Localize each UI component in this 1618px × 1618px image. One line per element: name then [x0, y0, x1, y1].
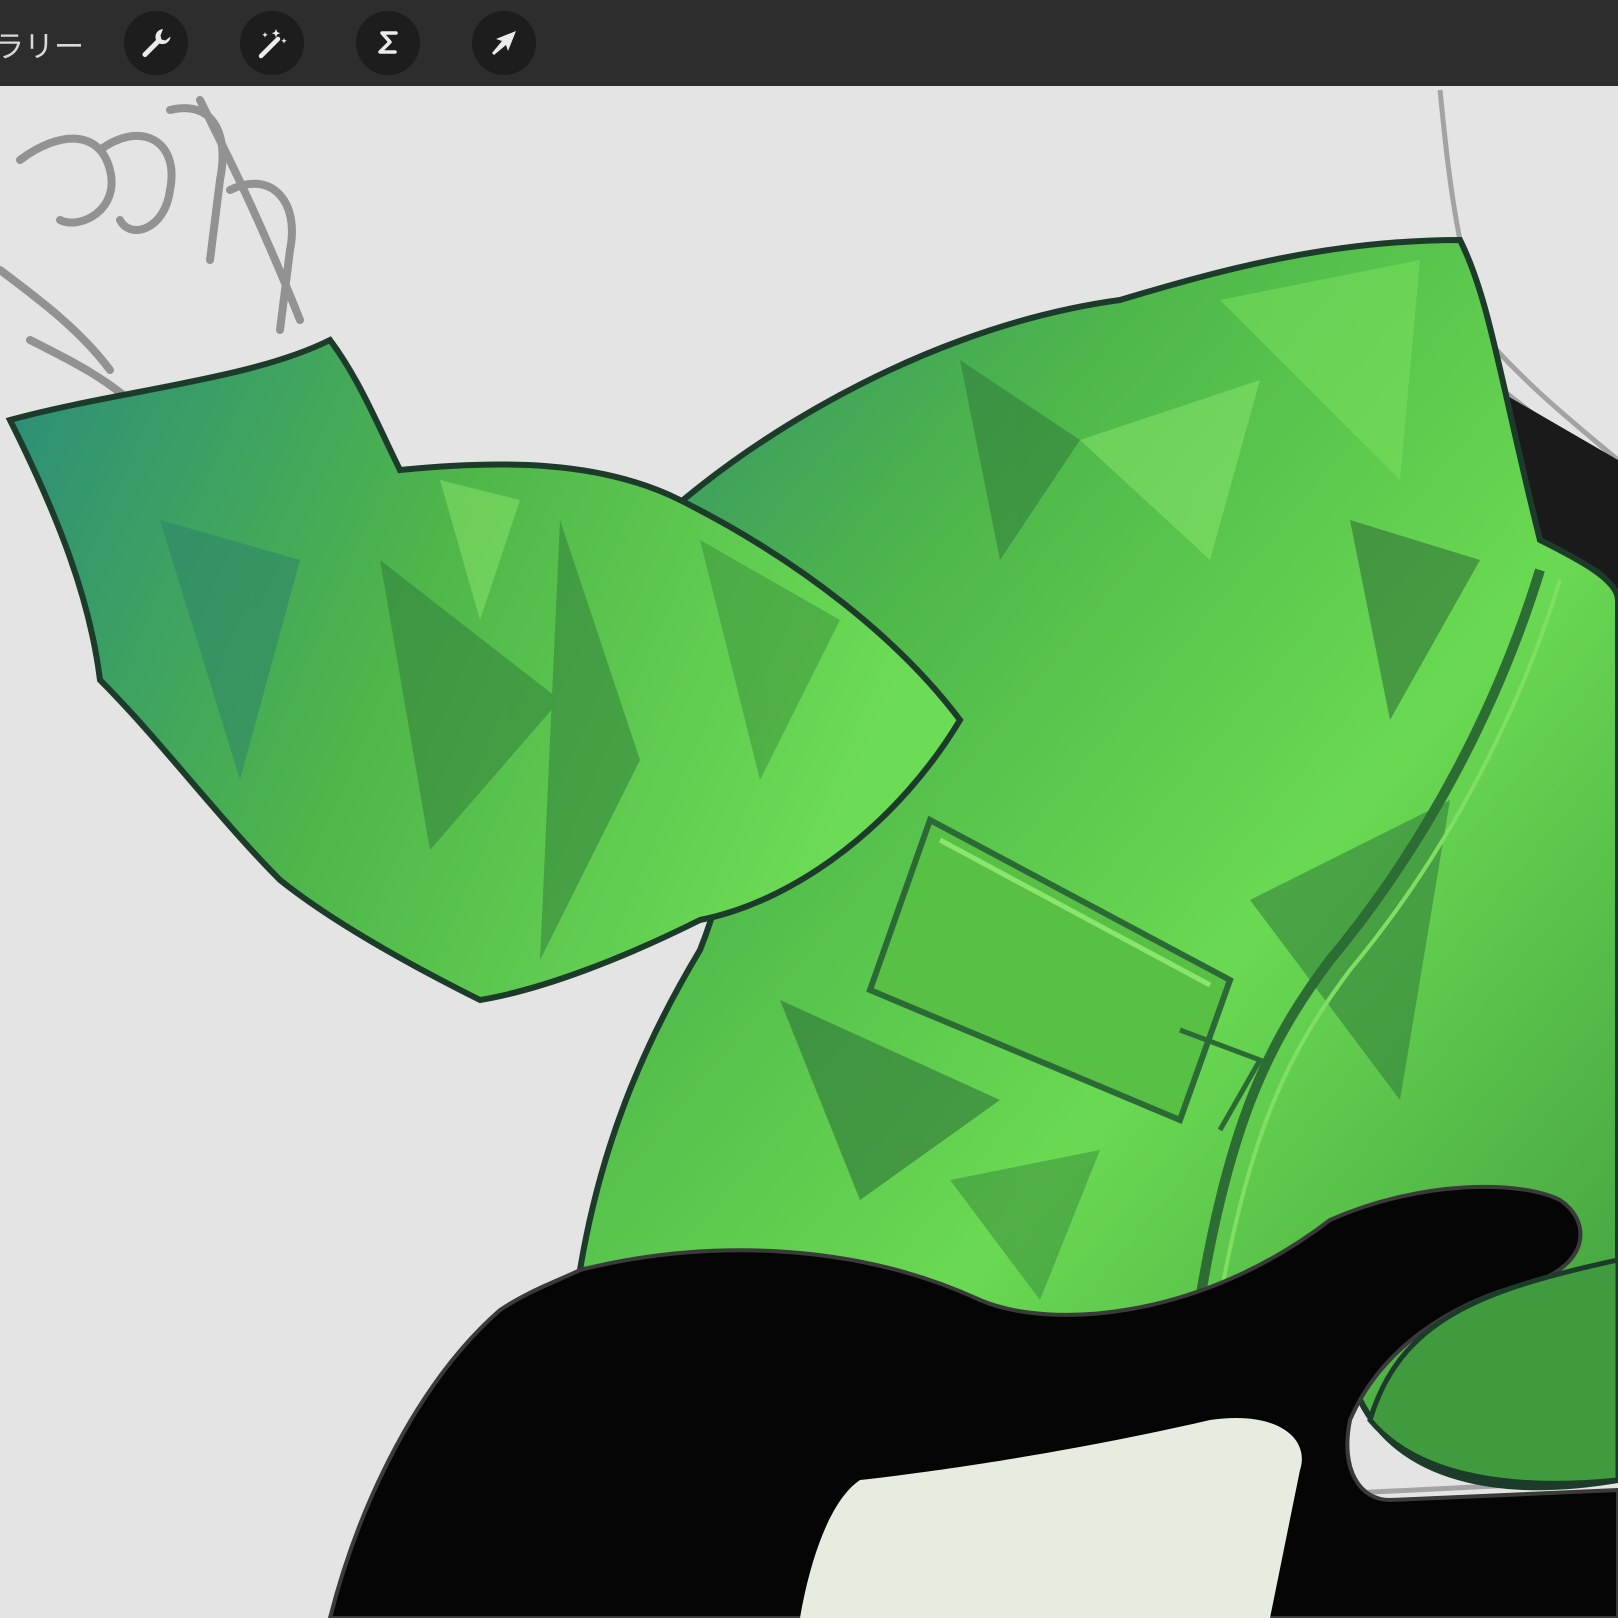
selection-button[interactable] — [356, 11, 420, 75]
actions-button[interactable] — [124, 11, 188, 75]
pencil-sketch-hand — [0, 96, 304, 414]
magic-wand-icon — [258, 29, 287, 59]
wrench-icon — [142, 29, 171, 58]
artwork — [0, 89, 1618, 1618]
transform-button[interactable] — [472, 11, 536, 75]
selection-s-icon — [378, 31, 398, 54]
gallery-button[interactable]: ラリー — [0, 22, 84, 66]
drawing-canvas[interactable] — [0, 86, 1618, 1618]
top-toolbar: ラリー — [0, 0, 1618, 87]
arrow-cursor-icon — [492, 31, 516, 55]
adjustments-button[interactable] — [240, 11, 304, 75]
